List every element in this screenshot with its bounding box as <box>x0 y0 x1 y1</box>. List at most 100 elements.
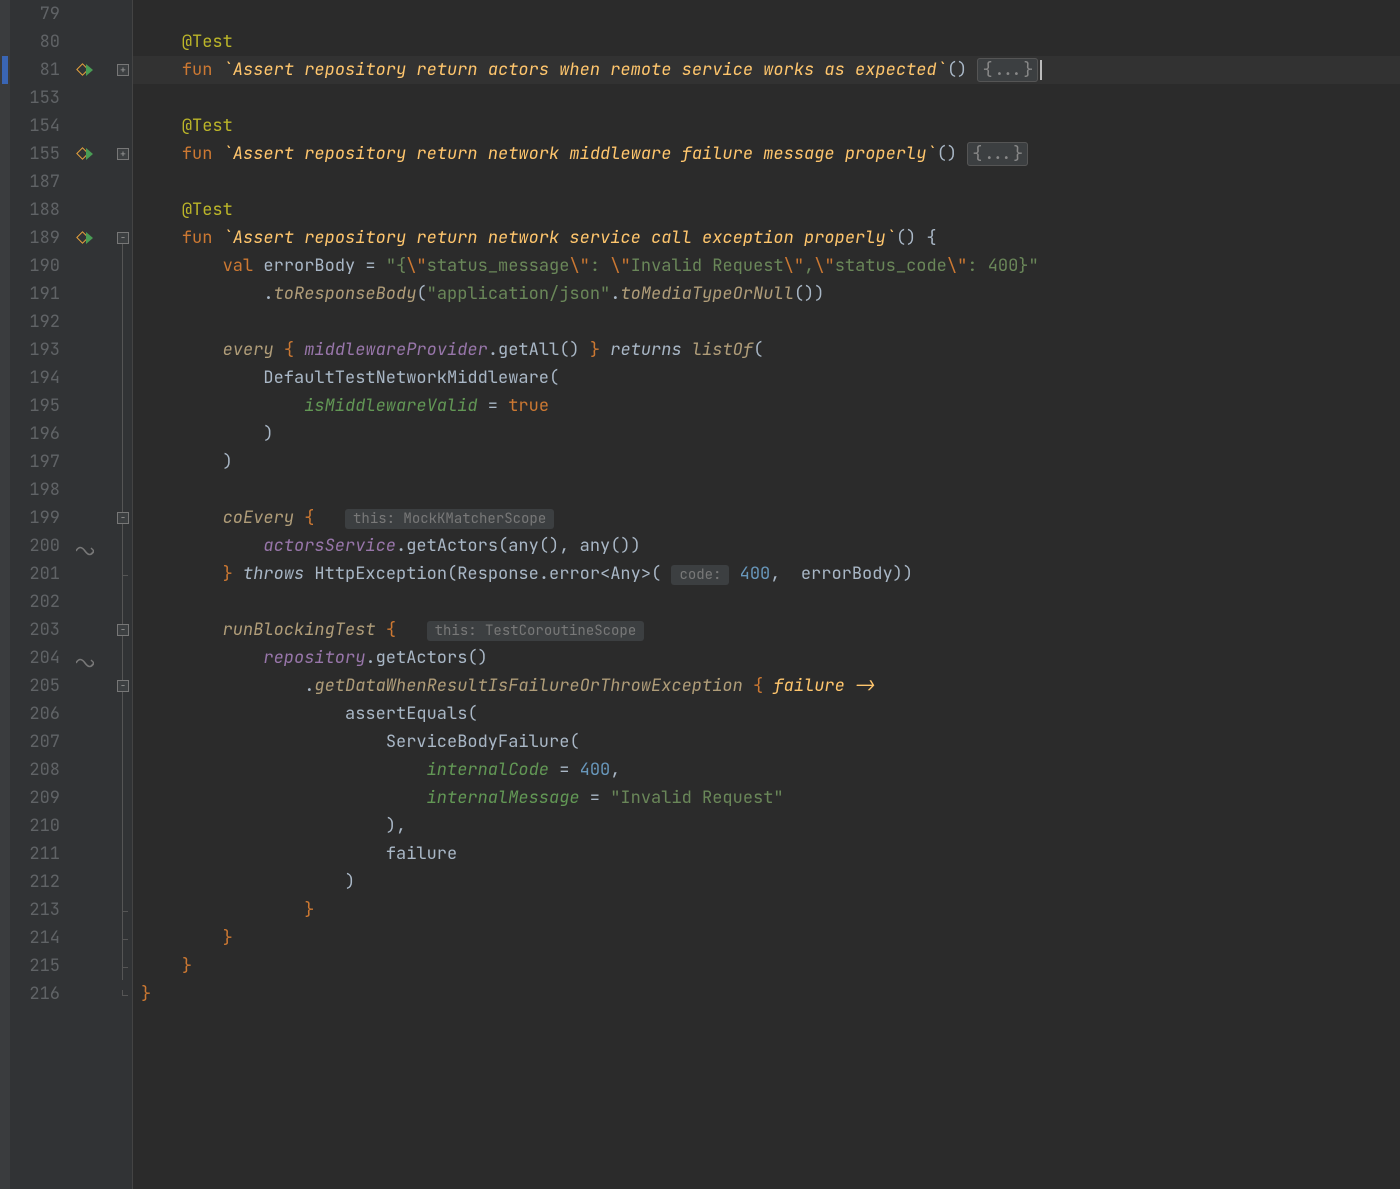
fold-guide <box>122 244 123 980</box>
line-number[interactable]: 200 <box>10 532 60 560</box>
code-line[interactable] <box>133 588 1400 616</box>
line-number[interactable]: 214 <box>10 924 60 952</box>
line-number-gutter[interactable]: 7980811531541551871881891901911921931941… <box>10 0 70 1189</box>
line-number[interactable]: 213 <box>10 896 60 924</box>
code-line[interactable]: @Test <box>133 196 1400 224</box>
annotation: @Test <box>182 31 233 53</box>
code-line[interactable]: every { middlewareProvider.getAll() } re… <box>133 336 1400 364</box>
inlay-hint: this: TestCoroutineScope <box>427 621 645 641</box>
line-number[interactable]: 79 <box>10 0 60 28</box>
code-line[interactable]: ), <box>133 812 1400 840</box>
code-line[interactable]: } <box>133 952 1400 980</box>
line-number[interactable]: 209 <box>10 784 60 812</box>
line-number[interactable]: 212 <box>10 868 60 896</box>
code-line[interactable]: @Test <box>133 28 1400 56</box>
fold-end-icon <box>122 575 128 576</box>
fold-collapse-icon[interactable]: − <box>117 232 129 244</box>
line-number[interactable]: 155 <box>10 140 60 168</box>
line-number[interactable]: 187 <box>10 168 60 196</box>
code-line[interactable]: coEvery { this: MockKMatcherScope <box>133 504 1400 532</box>
line-number[interactable]: 153 <box>10 84 60 112</box>
code-line[interactable]: actorsService.getActors(any(), any()) <box>133 532 1400 560</box>
code-line[interactable] <box>133 168 1400 196</box>
code-line[interactable]: .getDataWhenResultIsFailureOrThrowExcept… <box>133 672 1400 700</box>
code-line[interactable]: fun `Assert repository return network mi… <box>133 140 1400 168</box>
code-editor[interactable]: 7980811531541551871881891901911921931941… <box>0 0 1400 1189</box>
fold-collapse-icon[interactable]: − <box>117 512 129 524</box>
icon-gutter <box>70 0 115 1189</box>
code-line[interactable] <box>133 0 1400 28</box>
code-line[interactable] <box>133 476 1400 504</box>
left-marker-strip <box>0 0 10 1189</box>
text-caret <box>1040 60 1042 80</box>
line-number[interactable]: 204 <box>10 644 60 672</box>
code-line[interactable]: DefaultTestNetworkMiddleware( <box>133 364 1400 392</box>
code-line[interactable]: } <box>133 980 1400 1008</box>
folded-region[interactable]: {...} <box>967 142 1028 166</box>
code-line[interactable]: isMiddlewareValid = true <box>133 392 1400 420</box>
code-line[interactable]: } <box>133 896 1400 924</box>
inlay-hint: code: <box>671 565 729 585</box>
line-number[interactable]: 191 <box>10 280 60 308</box>
code-line[interactable]: fun `Assert repository return network se… <box>133 224 1400 252</box>
code-line[interactable] <box>133 308 1400 336</box>
line-number[interactable]: 189 <box>10 224 60 252</box>
code-line[interactable]: assertEquals( <box>133 700 1400 728</box>
line-number[interactable]: 201 <box>10 560 60 588</box>
line-number[interactable]: 193 <box>10 336 60 364</box>
line-number[interactable]: 205 <box>10 672 60 700</box>
line-number[interactable]: 81 <box>10 56 60 84</box>
code-line[interactable]: .toResponseBody("application/json".toMed… <box>133 280 1400 308</box>
inlay-hint: this: MockKMatcherScope <box>345 509 554 529</box>
code-line[interactable]: @Test <box>133 112 1400 140</box>
code-line[interactable]: } throws HttpException(Response.error<An… <box>133 560 1400 588</box>
line-number[interactable]: 80 <box>10 28 60 56</box>
fold-expand-icon[interactable]: + <box>117 64 129 76</box>
fold-end-icon <box>122 995 128 996</box>
code-line[interactable]: ServiceBodyFailure( <box>133 728 1400 756</box>
line-number[interactable]: 203 <box>10 616 60 644</box>
code-line[interactable]: ) <box>133 868 1400 896</box>
line-number[interactable]: 188 <box>10 196 60 224</box>
folded-region[interactable]: {...} <box>977 58 1038 82</box>
code-line[interactable]: ) <box>133 448 1400 476</box>
suspend-call-icon <box>76 651 94 665</box>
line-number[interactable]: 206 <box>10 700 60 728</box>
line-number[interactable]: 194 <box>10 364 60 392</box>
fold-expand-icon[interactable]: + <box>117 148 129 160</box>
line-number[interactable]: 195 <box>10 392 60 420</box>
override-marker-icon[interactable] <box>76 146 92 162</box>
line-number[interactable]: 190 <box>10 252 60 280</box>
code-line[interactable]: val errorBody = "{\"status_message\": \"… <box>133 252 1400 280</box>
fold-gutter[interactable]: + + − − − − <box>115 0 133 1189</box>
line-number[interactable]: 215 <box>10 952 60 980</box>
line-number[interactable]: 210 <box>10 812 60 840</box>
fold-collapse-icon[interactable]: − <box>117 624 129 636</box>
code-line[interactable]: } <box>133 924 1400 952</box>
line-number[interactable]: 154 <box>10 112 60 140</box>
code-line[interactable] <box>133 84 1400 112</box>
code-line[interactable]: runBlockingTest { this: TestCoroutineSco… <box>133 616 1400 644</box>
override-marker-icon[interactable] <box>76 62 92 78</box>
line-number[interactable]: 192 <box>10 308 60 336</box>
line-number[interactable]: 202 <box>10 588 60 616</box>
override-marker-icon[interactable] <box>76 230 92 246</box>
code-line[interactable]: failure <box>133 840 1400 868</box>
code-content[interactable]: @Test fun `Assert repository return acto… <box>133 0 1400 1189</box>
fold-end-icon <box>122 939 128 940</box>
fold-collapse-icon[interactable]: − <box>117 680 129 692</box>
line-number[interactable]: 196 <box>10 420 60 448</box>
code-line[interactable]: repository.getActors() <box>133 644 1400 672</box>
line-number[interactable]: 199 <box>10 504 60 532</box>
code-line[interactable]: internalCode = 400, <box>133 756 1400 784</box>
line-number[interactable]: 216 <box>10 980 60 1008</box>
line-number[interactable]: 197 <box>10 448 60 476</box>
line-number[interactable]: 198 <box>10 476 60 504</box>
line-number[interactable]: 208 <box>10 756 60 784</box>
code-line[interactable]: ) <box>133 420 1400 448</box>
line-number[interactable]: 211 <box>10 840 60 868</box>
code-line[interactable]: internalMessage = "Invalid Request" <box>133 784 1400 812</box>
line-number[interactable]: 207 <box>10 728 60 756</box>
code-line[interactable]: fun `Assert repository return actors whe… <box>133 56 1400 84</box>
fold-end-icon <box>122 967 128 968</box>
